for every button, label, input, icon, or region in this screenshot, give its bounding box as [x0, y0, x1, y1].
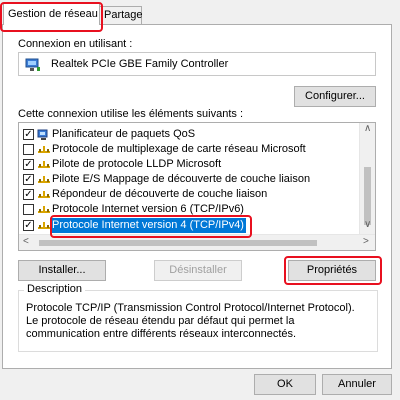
protocol-icon — [38, 176, 50, 183]
cancel-button-label: Annuler — [338, 378, 376, 390]
adapter-box: Realtek PCIe GBE Family Controller — [18, 52, 376, 76]
scroll-left-icon[interactable]: < — [23, 236, 29, 247]
tab-sharing-label: Partage — [104, 9, 143, 21]
list-item-label: Répondeur de découverte de couche liaiso… — [52, 188, 268, 200]
properties-button[interactable]: Propriétés — [288, 260, 376, 281]
horizontal-scroll-thumb[interactable] — [39, 240, 317, 246]
protocol-icon — [38, 191, 50, 198]
tab-sharing[interactable]: Partage — [99, 6, 143, 24]
list-item-label: Pilote E/S Mappage de découverte de couc… — [52, 173, 311, 185]
install-button-label: Installer... — [38, 264, 86, 276]
components-list[interactable]: ✓ Planificateur de paquets QoS Protocole… — [18, 122, 376, 251]
list-item-label: Protocole Internet version 4 (TCP/IPv4) — [50, 218, 246, 233]
properties-button-label: Propriétés — [306, 264, 358, 276]
list-item-label: Protocole de multiplexage de carte résea… — [52, 143, 306, 155]
configure-button[interactable]: Configurer... — [294, 86, 376, 107]
scroll-up-icon[interactable]: ∧ — [364, 123, 371, 134]
list-item-label: Planificateur de paquets QoS — [52, 128, 196, 140]
checkbox[interactable]: ✓ — [23, 220, 34, 231]
vertical-scrollbar[interactable]: ∧ ∨ — [359, 123, 375, 234]
network-adapter-icon — [25, 58, 40, 71]
protocol-icon — [38, 206, 50, 213]
list-item[interactable]: ✓ Répondeur de découverte de couche liai… — [23, 187, 353, 202]
checkbox[interactable] — [23, 204, 34, 215]
scroll-right-icon[interactable]: > — [363, 236, 369, 247]
qos-scheduler-icon — [37, 129, 48, 140]
protocol-icon — [38, 222, 50, 229]
list-item-selected[interactable]: ✓ Protocole Internet version 4 (TCP/IPv4… — [23, 218, 353, 233]
list-item[interactable]: ✓ Pilote E/S Mappage de découverte de co… — [23, 172, 353, 187]
checkbox[interactable]: ✓ — [23, 189, 34, 200]
uninstall-button-label: Désinstaller — [169, 264, 227, 276]
ok-button-label: OK — [277, 378, 293, 390]
list-item-label: Protocole Internet version 6 (TCP/IPv6) — [52, 203, 244, 215]
scroll-down-icon[interactable]: ∨ — [364, 219, 371, 230]
ok-button[interactable]: OK — [254, 374, 316, 395]
uninstall-button[interactable]: Désinstaller — [154, 260, 242, 281]
checkbox[interactable]: ✓ — [23, 159, 34, 170]
checkbox[interactable]: ✓ — [23, 129, 34, 140]
vertical-scroll-thumb[interactable] — [364, 167, 371, 225]
protocol-icon — [38, 146, 50, 153]
horizontal-scrollbar[interactable]: < > — [19, 234, 375, 250]
checkbox[interactable] — [23, 144, 34, 155]
description-title: Description — [24, 283, 86, 295]
protocol-icon — [38, 161, 50, 168]
tab-networking[interactable]: Gestion de réseau — [3, 3, 100, 25]
adapter-name: Realtek PCIe GBE Family Controller — [51, 58, 229, 70]
list-item-label: Pilote de protocole LLDP Microsoft — [52, 158, 222, 170]
configure-button-label: Configurer... — [305, 90, 365, 102]
list-item[interactable]: Protocole de multiplexage de carte résea… — [23, 142, 353, 157]
list-item[interactable]: ✓ Planificateur de paquets QoS — [23, 127, 353, 142]
list-item[interactable]: ✓ Pilote de protocole LLDP Microsoft — [23, 157, 353, 172]
checkbox[interactable]: ✓ — [23, 174, 34, 185]
tab-networking-label: Gestion de réseau — [8, 8, 98, 20]
cancel-button[interactable]: Annuler — [322, 374, 392, 395]
description-text: Protocole TCP/IP (Transmission Control P… — [26, 302, 355, 340]
install-button[interactable]: Installer... — [18, 260, 106, 281]
items-label: Cette connexion utilise les éléments sui… — [18, 108, 244, 120]
connect-using-label: Connexion en utilisant : — [18, 38, 133, 50]
list-item[interactable]: Protocole Internet version 6 (TCP/IPv6) — [23, 202, 353, 217]
